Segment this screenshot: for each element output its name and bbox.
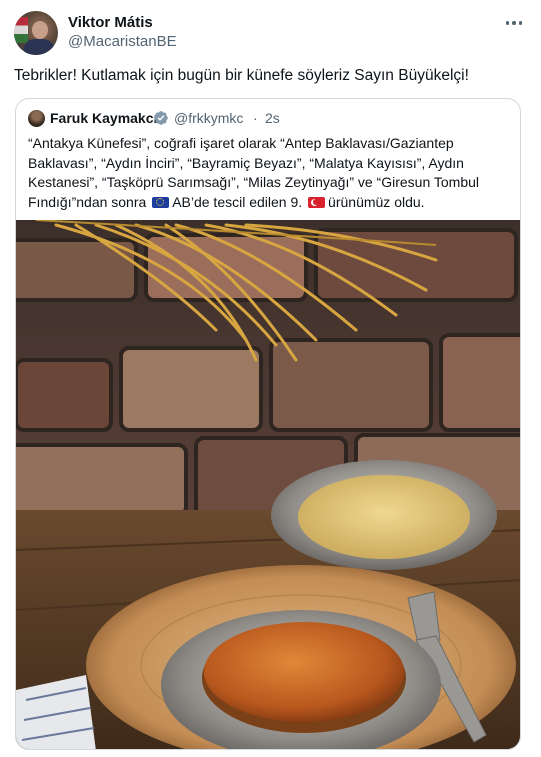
quote-text-line: Kestanesi”, “Taşköprü Sarımsağı”, “Milas… — [28, 174, 480, 190]
quote-author-avatar[interactable] — [28, 110, 45, 127]
quote-timestamp[interactable]: 2s — [265, 110, 280, 126]
eu-flag-icon — [152, 196, 170, 208]
quote-author-handle[interactable]: @frkkymkc — [174, 110, 243, 126]
author-avatar[interactable] — [14, 11, 58, 55]
tweet-text: Tebrikler! Kutlamak için bugün bir künef… — [14, 67, 469, 84]
more-options-icon[interactable] — [503, 12, 525, 34]
quote-author-name[interactable]: Faruk Kaymakcı — [50, 110, 157, 126]
turkey-flag-icon — [308, 196, 326, 208]
quote-text: “Antakya Künefesi”, coğrafi işaret olara… — [28, 134, 514, 212]
verified-badge-icon — [154, 111, 168, 125]
separator-dot: · — [253, 110, 258, 126]
quoted-tweet[interactable]: Faruk Kaymakcı @frkkymkc · 2s “Antakya K… — [15, 98, 521, 750]
avatar-flag-detail — [14, 17, 28, 43]
quote-text-line: Baklavası”, “Aydın İnciri”, “Bayramiç Be… — [28, 154, 464, 171]
author-handle[interactable]: @MacaristanBE — [68, 33, 177, 50]
kunefe-photo[interactable] — [16, 220, 521, 750]
quote-text-line-last: Fındığı”ndan sonra AB’de tescil edilen 9… — [28, 193, 425, 210]
quote-text-line: “Antakya Künefesi”, coğrafi işaret olara… — [28, 135, 454, 151]
author-name[interactable]: Viktor Mátis — [68, 14, 153, 31]
tweet: Viktor Mátis @MacaristanBE Tebrikler! Ku… — [0, 0, 541, 757]
